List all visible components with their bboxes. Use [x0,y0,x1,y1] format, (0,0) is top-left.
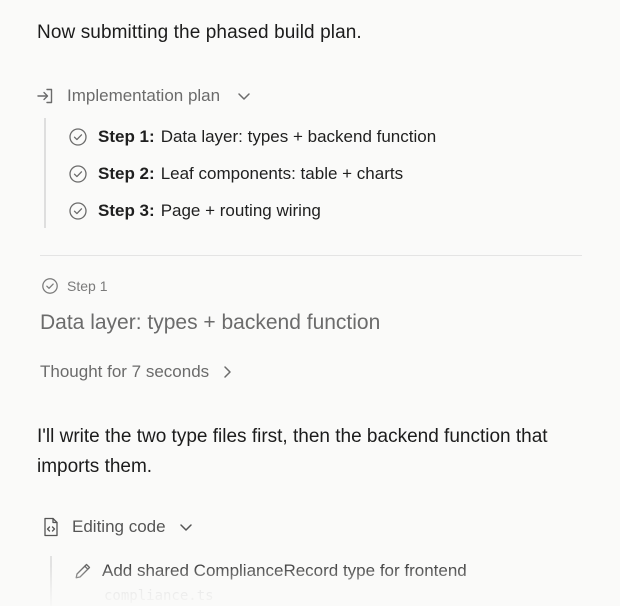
check-circle-icon [41,277,59,295]
code-file-icon [42,517,60,537]
plan-step-text: Leaf components: table + charts [160,163,404,183]
chevron-down-icon [178,519,194,535]
intro-message: Now submitting the phased build plan. [37,22,362,43]
current-step-title: Data layer: types + backend function [40,311,381,334]
plan-step-2: Step 2: Leaf components: table + charts [68,155,436,192]
edit-items-list: Add shared ComplianceRecord type for fro… [50,556,467,606]
thought-toggle[interactable]: Thought for 7 seconds [40,362,235,382]
editing-code-toggle[interactable]: Editing code [42,517,194,537]
edit-item[interactable]: Add shared ComplianceRecord type for fro… [74,556,467,586]
chevron-right-icon [219,364,235,380]
pencil-icon [74,562,92,580]
plan-step-text: Page + routing wiring [160,200,321,220]
plan-step-1: Step 1: Data layer: types + backend func… [68,118,436,155]
check-circle-icon [68,164,88,184]
current-step-tag: Step 1 [41,277,107,295]
implementation-plan-title: Implementation plan [67,86,221,105]
submit-plan-icon [35,86,55,106]
current-step-label: Step 1 [67,278,108,294]
plan-step-label: Step 3: [98,200,155,220]
edit-item-filename: compliance.ts [104,588,214,604]
assistant-message: I'll write the two type files first, the… [37,426,548,477]
check-circle-icon [68,127,88,147]
implementation-plan-toggle[interactable]: Implementation plan [35,86,252,106]
chevron-down-icon [236,88,252,104]
plan-step-label: Step 1: [98,126,155,146]
section-divider [40,255,582,256]
plan-steps-list: Step 1: Data layer: types + backend func… [44,118,436,228]
plan-step-text: Data layer: types + backend function [160,126,437,146]
check-circle-icon [68,201,88,221]
chat-transcript: Now submitting the phased build plan. Im… [0,0,620,606]
plan-step-label: Step 2: [98,163,155,183]
thought-label: Thought for 7 seconds [40,362,210,381]
editing-code-title: Editing code [72,517,166,536]
edit-item-description: Add shared ComplianceRecord type for fro… [102,561,467,580]
plan-step-3: Step 3: Page + routing wiring [68,192,436,229]
